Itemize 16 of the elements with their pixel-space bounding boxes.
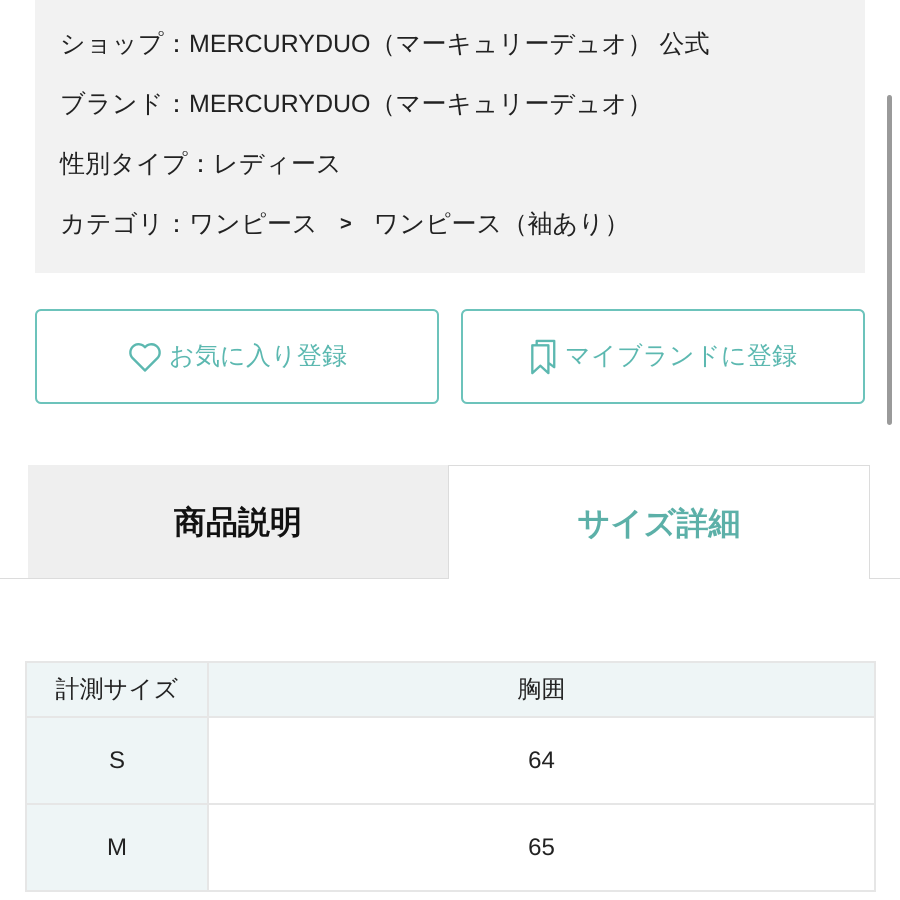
table-cell: 64	[208, 717, 875, 804]
tab[interactable]: サイズ詳細	[448, 465, 870, 579]
column-header: 計測サイズ	[26, 662, 208, 717]
favorite-button[interactable]: お気に入り登録	[35, 309, 439, 404]
row-header: S	[26, 717, 208, 804]
info-text: 性別タイプ：レディース	[60, 149, 342, 180]
category-text: ワンピース（袖あり）	[374, 209, 630, 240]
row-header: M	[26, 804, 208, 891]
breadcrumb-separator: >	[340, 212, 352, 237]
my-brand-button[interactable]: マイブランドに登録	[461, 309, 865, 404]
table-cell: 65	[208, 804, 875, 891]
column-header: 胸囲	[208, 662, 875, 717]
tab[interactable]: 商品説明	[28, 465, 448, 578]
info-text: ショップ：MERCURYDUO（マーキュリーデュオ） 公式	[60, 29, 710, 60]
category-text: カテゴリ：ワンピース	[60, 209, 318, 240]
info-text: ブランド：MERCURYDUO（マーキュリーデュオ）	[60, 89, 652, 120]
